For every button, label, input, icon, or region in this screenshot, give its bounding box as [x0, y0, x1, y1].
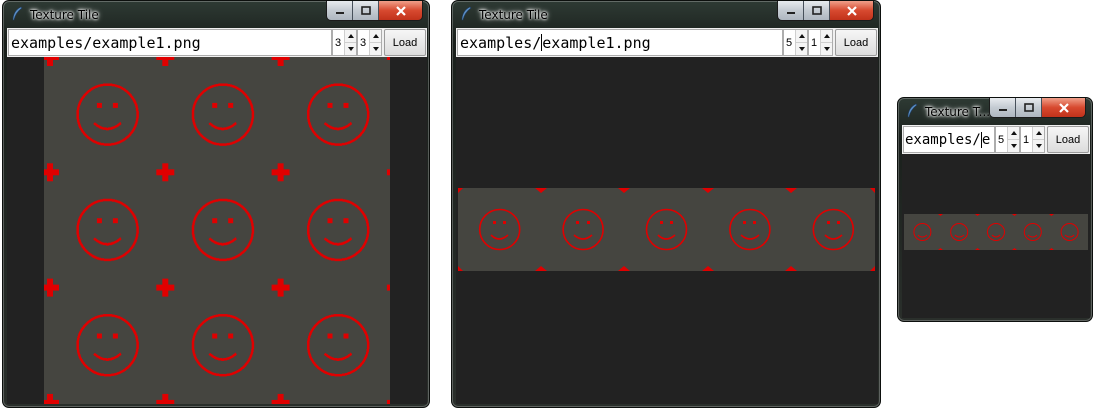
maximize-button[interactable]: [1016, 98, 1042, 117]
toolbar: examples/e 5 1 Load: [902, 125, 1090, 154]
path-text-before-cursor: examples/: [460, 33, 542, 52]
rows-value: 3: [360, 36, 367, 49]
columns-decrement[interactable]: [1008, 139, 1019, 152]
load-button[interactable]: Load: [1047, 126, 1089, 153]
arrow-up-icon: [1010, 131, 1017, 135]
minimize-icon: [335, 11, 344, 14]
columns-increment[interactable]: [796, 30, 807, 42]
title-bar[interactable]: Texture Tile: [3, 1, 429, 27]
feather-icon: [461, 6, 472, 21]
tiled-texture: [44, 57, 390, 404]
maximize-button[interactable]: [804, 1, 830, 20]
load-button[interactable]: Load: [384, 29, 426, 56]
feather-icon: [12, 6, 23, 21]
columns-increment[interactable]: [1008, 127, 1019, 139]
rows-decrement[interactable]: [821, 42, 832, 55]
arrow-up-icon: [347, 34, 354, 38]
maximize-icon: [360, 6, 371, 15]
client-area: examples/example1.png 5 1 Load: [456, 28, 878, 404]
close-icon: [1058, 102, 1069, 113]
feather-icon: [907, 103, 918, 118]
arrow-up-icon: [372, 34, 379, 38]
client-area: examples/example1.png 3 3 Load: [7, 28, 427, 404]
columns-spinbox[interactable]: 5: [995, 126, 1020, 153]
arrow-down-icon: [347, 47, 354, 51]
maximize-button[interactable]: [353, 1, 379, 20]
minimize-button[interactable]: [990, 98, 1016, 117]
tile-canvas: [902, 154, 1090, 318]
path-input[interactable]: examples/example1.png: [457, 29, 783, 56]
rows-spinbox[interactable]: 1: [1020, 126, 1045, 153]
rows-increment[interactable]: [370, 30, 381, 42]
columns-value: 3: [335, 36, 342, 49]
rows-value: 1: [811, 36, 818, 49]
client-area: examples/e 5 1 Load: [902, 125, 1090, 318]
title-bar[interactable]: Texture Tile: [452, 1, 880, 27]
rows-decrement[interactable]: [370, 42, 381, 55]
columns-value: 5: [998, 133, 1005, 146]
maximize-icon: [1023, 103, 1034, 112]
tile-canvas: [7, 57, 427, 404]
close-button[interactable]: [830, 1, 873, 20]
columns-spinbox[interactable]: 5: [783, 29, 808, 56]
path-input[interactable]: examples/example1.png: [8, 29, 332, 56]
path-input[interactable]: examples/e: [903, 126, 995, 153]
arrow-up-icon: [798, 34, 805, 38]
path-text-after-cursor: example1.png: [542, 33, 651, 52]
texture-tile-window-1: Texture Tile examples/example1.png 3 3 L…: [2, 0, 430, 408]
minimize-icon: [998, 108, 1007, 111]
minimize-icon: [786, 11, 795, 14]
toolbar: examples/example1.png 3 3 Load: [7, 28, 427, 57]
arrow-up-icon: [1035, 131, 1042, 135]
rows-increment[interactable]: [821, 30, 832, 42]
rows-increment[interactable]: [1033, 127, 1044, 139]
tiled-texture: [904, 214, 1088, 250]
columns-increment[interactable]: [345, 30, 356, 42]
load-button[interactable]: Load: [835, 29, 877, 56]
columns-spinbox[interactable]: 3: [332, 29, 357, 56]
toolbar: examples/example1.png 5 1 Load: [456, 28, 878, 57]
rows-spinbox[interactable]: 1: [808, 29, 833, 56]
minimize-button[interactable]: [778, 1, 804, 20]
close-icon: [395, 5, 406, 16]
close-icon: [846, 5, 857, 16]
columns-decrement[interactable]: [345, 42, 356, 55]
title-bar[interactable]: Texture T...: [898, 98, 1092, 124]
arrow-down-icon: [1010, 144, 1017, 148]
rows-decrement[interactable]: [1033, 139, 1044, 152]
rows-spinbox[interactable]: 3: [357, 29, 382, 56]
tile-canvas: [456, 57, 878, 404]
path-text: examples/example1.png: [11, 33, 201, 52]
maximize-icon: [811, 6, 822, 15]
arrow-down-icon: [823, 47, 830, 51]
minimize-button[interactable]: [327, 1, 353, 20]
columns-decrement[interactable]: [796, 42, 807, 55]
arrow-down-icon: [1035, 144, 1042, 148]
texture-tile-window-2: Texture Tile examples/example1.png 5 1 L…: [451, 0, 881, 408]
close-button[interactable]: [379, 1, 422, 20]
window-title: Texture Tile: [479, 8, 548, 22]
window-title: Texture Tile: [30, 8, 99, 22]
columns-value: 5: [786, 36, 793, 49]
path-text-before-cursor: examples/: [905, 131, 981, 148]
tiled-texture: [458, 188, 875, 271]
rows-value: 1: [1023, 133, 1030, 146]
arrow-down-icon: [798, 47, 805, 51]
arrow-down-icon: [372, 47, 379, 51]
window-title: Texture T...: [925, 105, 991, 119]
texture-tile-window-3: Texture T... examples/e 5 1 Load: [897, 97, 1093, 322]
arrow-up-icon: [823, 34, 830, 38]
close-button[interactable]: [1042, 98, 1085, 117]
path-text-after-cursor: e: [981, 131, 991, 148]
